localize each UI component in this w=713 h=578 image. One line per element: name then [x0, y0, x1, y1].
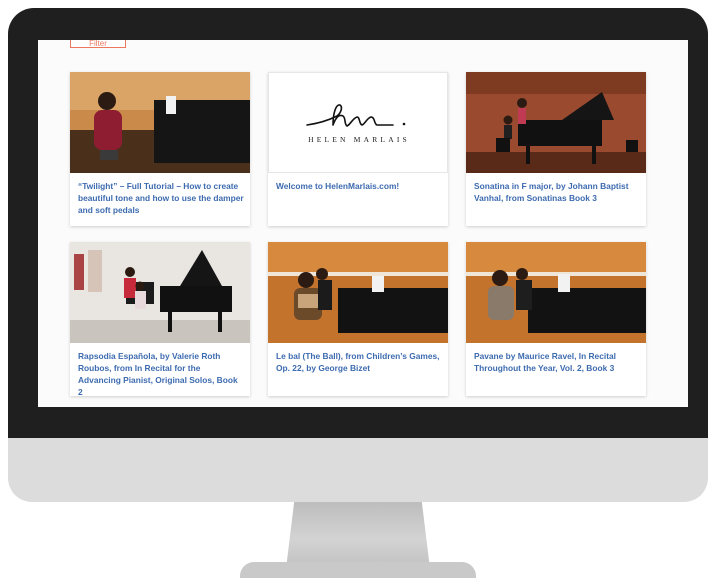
- video-card[interactable]: Le bal (The Ball), from Children’s Games…: [268, 242, 448, 396]
- video-title-link[interactable]: Rapsodia Española, by Valerie Roth Roubo…: [78, 350, 244, 398]
- video-title-link[interactable]: Pavane by Maurice Ravel, In Recital Thro…: [474, 350, 640, 374]
- video-thumbnail[interactable]: [466, 242, 646, 343]
- video-title-link[interactable]: “Twilight” – Full Tutorial – How to crea…: [78, 180, 244, 216]
- hm-signature-logo: [306, 104, 406, 127]
- video-card[interactable]: Pavane by Maurice Ravel, In Recital Thro…: [466, 242, 646, 396]
- video-thumbnail[interactable]: [70, 72, 250, 173]
- video-title-link[interactable]: Le bal (The Ball), from Children’s Games…: [276, 350, 442, 374]
- monitor-stand-neck: [286, 502, 430, 564]
- video-thumbnail[interactable]: [70, 242, 250, 343]
- video-title-link[interactable]: Welcome to HelenMarlais.com!: [276, 180, 442, 192]
- website-screen: Filter “Twilight” – Full Tutorial – How …: [38, 40, 688, 407]
- brand-logo-text: HELEN MARLAIS: [308, 135, 410, 144]
- video-card[interactable]: “Twilight” – Full Tutorial – How to crea…: [70, 72, 250, 226]
- monitor-stand-base: [240, 562, 476, 578]
- brand-logo-thumbnail[interactable]: HELEN MARLAIS: [268, 72, 448, 173]
- filter-button[interactable]: Filter: [70, 40, 126, 48]
- video-card[interactable]: Sonatina in F major, by Johann Baptist V…: [466, 72, 646, 226]
- video-thumbnail[interactable]: [466, 72, 646, 173]
- video-card[interactable]: Rapsodia Española, by Valerie Roth Roubo…: [70, 242, 250, 398]
- video-thumbnail[interactable]: [268, 242, 448, 343]
- monitor-chin: [8, 438, 708, 502]
- video-title-link[interactable]: Sonatina in F major, by Johann Baptist V…: [474, 180, 640, 204]
- video-card[interactable]: HELEN MARLAIS Welcome to HelenMarlais.co…: [268, 72, 448, 226]
